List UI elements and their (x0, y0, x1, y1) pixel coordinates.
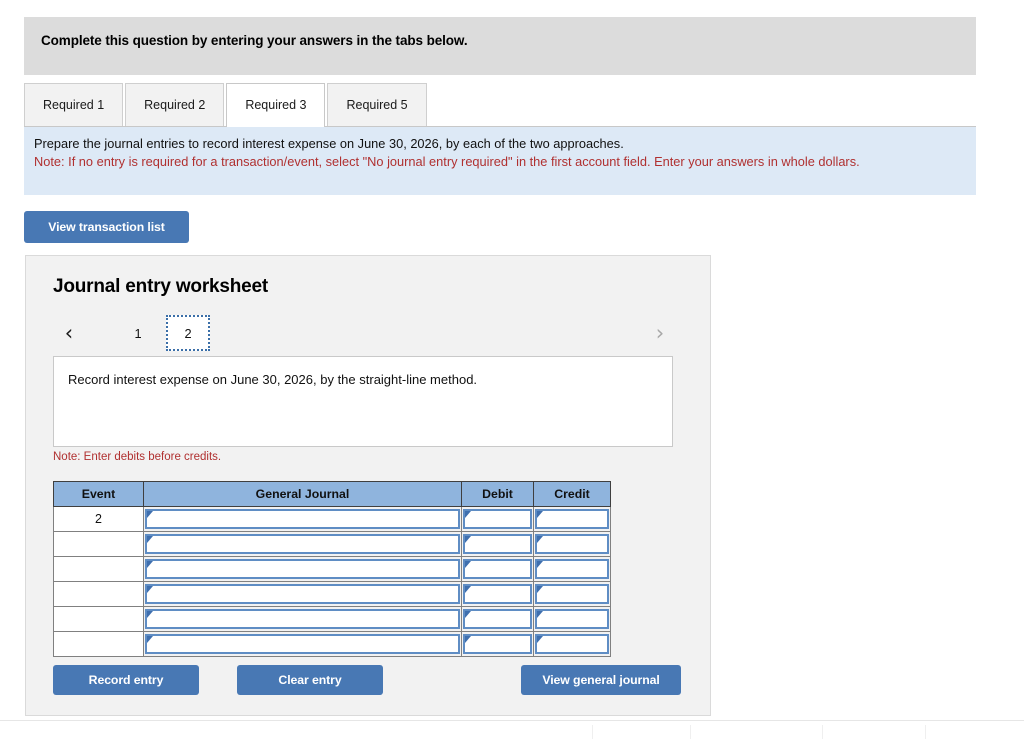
dropdown-marker-icon (147, 611, 153, 618)
general-journal-select[interactable] (143, 556, 462, 582)
event-cell (53, 531, 144, 557)
credit-input[interactable] (533, 556, 611, 582)
record-entry-button[interactable]: Record entry (53, 665, 199, 695)
debit-input[interactable] (461, 581, 534, 607)
dropdown-marker-icon (465, 636, 471, 643)
view-general-journal-button[interactable]: View general journal (521, 665, 681, 695)
dropdown-marker-icon (465, 561, 471, 568)
table-row (53, 606, 611, 632)
credit-input[interactable] (533, 606, 611, 632)
dropdown-marker-icon (465, 511, 471, 518)
tab-required-2[interactable]: Required 2 (125, 83, 225, 126)
chevron-left-icon[interactable]: ‹ (55, 317, 83, 349)
dropdown-marker-icon (537, 586, 543, 593)
bottom-bar-divider (925, 725, 926, 739)
worksheet-title: Journal entry worksheet (53, 276, 269, 297)
worksheet-pager: ‹ 1 2 › (53, 311, 683, 355)
journal-entry-worksheet-panel: Journal entry worksheet ‹ 1 2 › Record i… (25, 255, 711, 716)
bottom-bar (0, 721, 1024, 739)
column-header-general-journal: General Journal (143, 481, 462, 507)
entry-description-text: Record interest expense on June 30, 2026… (68, 372, 478, 387)
pager-page-2[interactable]: 2 (166, 315, 210, 351)
table-row (53, 531, 611, 557)
tab-strip: Required 1 Required 2 Required 3 Require… (24, 83, 429, 127)
credit-input[interactable] (533, 531, 611, 557)
dropdown-marker-icon (537, 611, 543, 618)
general-journal-select[interactable] (143, 581, 462, 607)
dropdown-marker-icon (147, 536, 153, 543)
debit-input[interactable] (461, 606, 534, 632)
general-journal-select[interactable] (143, 506, 462, 532)
instruction-panel: Prepare the journal entries to record in… (24, 126, 976, 195)
event-cell (53, 581, 144, 607)
bottom-bar-divider (690, 725, 691, 739)
event-cell (53, 606, 144, 632)
question-banner: Complete this question by entering your … (24, 17, 976, 75)
table-row (53, 581, 611, 607)
column-header-event: Event (53, 481, 144, 507)
column-header-credit: Credit (533, 481, 611, 507)
debit-input[interactable] (461, 506, 534, 532)
instruction-primary-text: Prepare the journal entries to record in… (34, 136, 624, 151)
chevron-right-icon[interactable]: › (646, 317, 674, 349)
journal-table-body: 2 (53, 506, 611, 657)
dropdown-marker-icon (465, 611, 471, 618)
tab-required-3[interactable]: Required 3 (226, 83, 326, 127)
tab-required-1[interactable]: Required 1 (24, 83, 124, 126)
dropdown-marker-icon (537, 511, 543, 518)
tab-required-5[interactable]: Required 5 (327, 83, 427, 126)
instruction-note-text: Note: If no entry is required for a tran… (34, 153, 860, 169)
table-row (53, 631, 611, 657)
credit-input[interactable] (533, 631, 611, 657)
clear-entry-button[interactable]: Clear entry (237, 665, 383, 695)
event-cell (53, 631, 144, 657)
dropdown-marker-icon (537, 561, 543, 568)
table-row (53, 556, 611, 582)
dropdown-marker-icon (537, 636, 543, 643)
credit-input[interactable] (533, 506, 611, 532)
credit-input[interactable] (533, 581, 611, 607)
entry-description-box: Record interest expense on June 30, 2026… (53, 356, 673, 447)
debit-input[interactable] (461, 631, 534, 657)
dropdown-marker-icon (465, 586, 471, 593)
dropdown-marker-icon (147, 511, 153, 518)
dropdown-marker-icon (147, 586, 153, 593)
debit-input[interactable] (461, 556, 534, 582)
bottom-bar-divider (592, 725, 593, 739)
column-header-debit: Debit (461, 481, 534, 507)
general-journal-select[interactable] (143, 531, 462, 557)
question-banner-text: Complete this question by entering your … (41, 33, 468, 48)
page-root: Complete this question by entering your … (0, 0, 1024, 739)
journal-entry-table: Event General Journal Debit Credit 2 (53, 481, 611, 657)
general-journal-select[interactable] (143, 631, 462, 657)
dropdown-marker-icon (537, 536, 543, 543)
table-row: 2 (53, 506, 611, 532)
debit-input[interactable] (461, 531, 534, 557)
table-header-row: Event General Journal Debit Credit (53, 481, 611, 507)
event-cell (53, 556, 144, 582)
bottom-bar-divider (822, 725, 823, 739)
event-cell: 2 (53, 506, 144, 532)
view-transaction-list-button[interactable]: View transaction list (24, 211, 189, 243)
general-journal-select[interactable] (143, 606, 462, 632)
pager-page-1[interactable]: 1 (116, 315, 160, 351)
dropdown-marker-icon (465, 536, 471, 543)
dropdown-marker-icon (147, 636, 153, 643)
dropdown-marker-icon (147, 561, 153, 568)
debits-before-credits-note: Note: Enter debits before credits. (53, 451, 222, 463)
